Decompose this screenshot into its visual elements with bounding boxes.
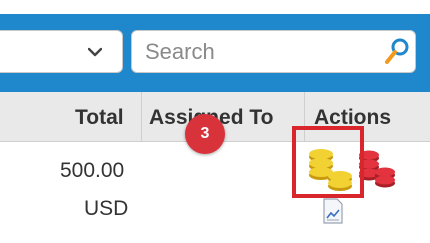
step-badge: 3 <box>185 114 225 154</box>
filter-select[interactable] <box>0 30 123 73</box>
chevron-down-icon <box>88 47 102 57</box>
total-currency: USD <box>84 197 129 220</box>
highlight-box <box>292 126 364 198</box>
column-divider <box>141 92 142 142</box>
total-amount: 500.00 <box>60 159 125 182</box>
toolbar: Search <box>0 14 430 92</box>
search-input[interactable]: Search <box>145 39 215 65</box>
column-header-total[interactable]: Total <box>75 106 124 130</box>
document-chart-icon[interactable] <box>322 198 344 224</box>
search-box[interactable]: Search <box>131 30 416 73</box>
search-icon[interactable] <box>384 37 410 65</box>
